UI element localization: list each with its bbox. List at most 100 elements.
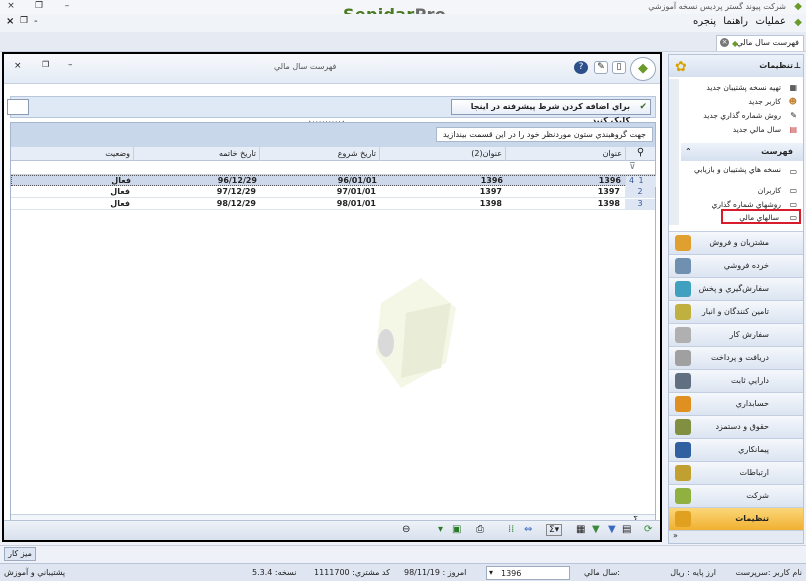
advanced-filter-button[interactable]: ✔ براي اضافه کردن شرط پيشرفته در اينجا ک…	[451, 99, 651, 125]
panel-close-icon[interactable]: ×	[14, 61, 22, 71]
menu-help[interactable]: راهنما	[723, 16, 748, 27]
desktop-button[interactable]: ميز کار	[4, 547, 36, 561]
sidebar-item-new-fiscal-year[interactable]: سال مالي جديد	[733, 125, 781, 134]
list-icon: ▭	[789, 167, 797, 176]
module-label: حسابداري	[735, 399, 769, 408]
sidebar-item-users[interactable]: کاربران	[758, 186, 781, 195]
panel-restore-icon[interactable]: ❐	[42, 60, 49, 69]
minimize-window-button[interactable]: –	[60, 0, 74, 13]
module-work-orders[interactable]: سفارش کار	[669, 323, 803, 346]
cell-status: فعال	[110, 199, 130, 208]
grid-search-icon[interactable]: ⚲	[625, 147, 655, 161]
module-company[interactable]: شرکت	[669, 484, 803, 507]
help-icon[interactable]: ?	[574, 61, 588, 74]
list-section-header[interactable]: فهرست ⌃	[681, 143, 803, 161]
cell-end: 98/12/29	[216, 199, 256, 208]
sidebar-item-new-backup[interactable]: تهيه نسخه پشتيبان جديد	[706, 83, 781, 92]
truck-icon	[675, 281, 691, 297]
backup-icon: ▦	[789, 83, 797, 92]
fiscal-year-grid: جهت گروهبندي ستون موردنظر خود را در اين …	[10, 122, 656, 536]
fiscal-year-icon: ▤	[789, 125, 797, 134]
save-icon[interactable]: ▾	[438, 524, 443, 535]
module-suppliers-inventory[interactable]: تامين کنندگان و انبار	[669, 300, 803, 323]
column-end-date[interactable]: تاريخ خاتمه	[133, 147, 259, 161]
module-customers-sales[interactable]: مشتريان و فروش	[669, 231, 803, 254]
module-fixed-assets[interactable]: دارايي ثابت	[669, 369, 803, 392]
module-receipts-payments[interactable]: دريافت و پرداخت	[669, 346, 803, 369]
column-start-date[interactable]: تاريخ شروع	[259, 147, 379, 161]
mdi-minimize-icon[interactable]: -	[34, 16, 38, 27]
print-icon[interactable]: ⎙	[476, 524, 484, 535]
status-support[interactable]: پشتيباني و آموزش	[4, 568, 65, 577]
summary-icon[interactable]: Σ▾	[546, 524, 563, 536]
gear-icon	[675, 327, 691, 343]
mdi-restore-icon[interactable]: ❐	[20, 16, 28, 26]
module-payroll[interactable]: حقوق و دستمزد	[669, 415, 803, 438]
tab-close-icon[interactable]: ×	[720, 38, 729, 47]
edit-icon[interactable]: ✎	[594, 61, 608, 74]
status-customer-code: کد مشتري: 1111700	[314, 568, 390, 577]
column-status[interactable]: وضعيت	[11, 147, 133, 161]
collapse-icon[interactable]: ⌃	[685, 143, 692, 161]
chart-icon	[675, 235, 691, 251]
settings-section-header[interactable]: تنظيمات ✿ ⊥	[669, 55, 803, 77]
filter-toggle-button[interactable]	[7, 99, 29, 115]
module-retail[interactable]: خرده فروشي	[669, 254, 803, 277]
fiscal-year-value: 1396	[501, 569, 522, 578]
cell-title: 1398	[597, 199, 620, 208]
resize-icon[interactable]: ⇔	[524, 524, 532, 535]
module-label: پيمانکاري	[738, 445, 769, 454]
menu-operations[interactable]: عمليات	[755, 16, 786, 27]
refresh-icon[interactable]: ⟳	[644, 524, 652, 535]
group-by-hint: جهت گروهبندي ستون موردنظر خود را در اين …	[435, 127, 653, 142]
sidebar-expand-button[interactable]: »	[669, 530, 803, 543]
new-document-icon[interactable]: ▯	[612, 61, 626, 74]
row-filter-icon[interactable]: ⊽	[629, 162, 636, 172]
column-title[interactable]: عنوان	[505, 147, 625, 161]
panel-minimize-icon[interactable]: –	[68, 60, 73, 70]
column-width-icon[interactable]: ⁞⁞	[508, 524, 514, 535]
mdi-close-icon[interactable]: ×	[6, 16, 14, 27]
pin-icon[interactable]: ⊥	[794, 55, 801, 77]
export-excel-icon[interactable]: ▣	[452, 524, 461, 535]
settings-icon	[675, 511, 691, 527]
table-row[interactable]: 2 1397 1397 97/01/01 97/12/29 فعال	[11, 187, 655, 198]
sidebar-item-new-numbering[interactable]: روش شماره گذاري جديد	[703, 111, 781, 120]
close-window-button[interactable]: ×	[4, 0, 18, 13]
filter-green-icon[interactable]: ▼	[592, 524, 600, 535]
sidebar-item-backups[interactable]: نسخه هاي پشتيبان و بازيابي	[691, 165, 781, 174]
module-orders-distribution[interactable]: سفارش‌گيري و پخش	[669, 277, 803, 300]
module-communications[interactable]: ارتباطات	[669, 461, 803, 484]
filter-icon[interactable]: ▼	[608, 524, 616, 535]
grid-filter-row[interactable]: ⊽	[11, 161, 655, 175]
fiscal-year-select[interactable]: 1396 ▾	[486, 566, 570, 580]
restore-window-button[interactable]: ❐	[32, 0, 46, 13]
sidebar-scrollbar[interactable]	[669, 79, 679, 225]
box-icon	[675, 304, 691, 320]
table-view-icon[interactable]: ▤	[622, 524, 631, 535]
ledger-icon	[675, 396, 691, 412]
menu-window[interactable]: پنجره	[693, 16, 716, 27]
module-settings[interactable]: تنظيمات	[669, 507, 803, 530]
options-icon[interactable]: ⊖	[402, 524, 410, 535]
grid-header: ⚲ عنوان عنوان(2) تاريخ شروع تاريخ خاتمه …	[11, 147, 655, 161]
row-indicator: 4	[629, 176, 635, 185]
table-row[interactable]: 1 4 1396 1396 96/01/01 96/12/29 فعال	[11, 175, 656, 187]
tab-fiscal-year-list[interactable]: × ◆ فهرست سال مالي	[716, 35, 804, 51]
panel-title-bar: × ❐ – فهرست سال مالي ? ✎ ▯ ◆	[4, 54, 660, 84]
row-number: 3	[625, 199, 655, 210]
cell-title2: 1397	[479, 187, 502, 196]
module-label: مشتريان و فروش	[709, 238, 769, 247]
module-accounting[interactable]: حسابداري	[669, 392, 803, 415]
sidebar-item-numbering[interactable]: روشهاي شماره گذاري	[712, 200, 781, 209]
settings-header-label: تنظيمات	[759, 61, 793, 70]
column-title2[interactable]: عنوان(2)	[379, 147, 505, 161]
columns-icon[interactable]: ▦	[576, 524, 585, 535]
cell-end: 97/12/29	[216, 187, 256, 196]
group-by-panel[interactable]: جهت گروهبندي ستون موردنظر خود را در اين …	[11, 123, 655, 147]
module-contracting[interactable]: پيمانکاري	[669, 438, 803, 461]
module-label: خرده فروشي	[723, 261, 769, 270]
status-bar: نام کاربر :سرپرست ارز پايه : ريال سال ما…	[0, 563, 806, 581]
table-row[interactable]: 3 1398 1398 98/01/01 98/12/29 فعال	[11, 199, 655, 210]
sidebar-item-new-user[interactable]: کاربر جديد	[748, 97, 781, 106]
